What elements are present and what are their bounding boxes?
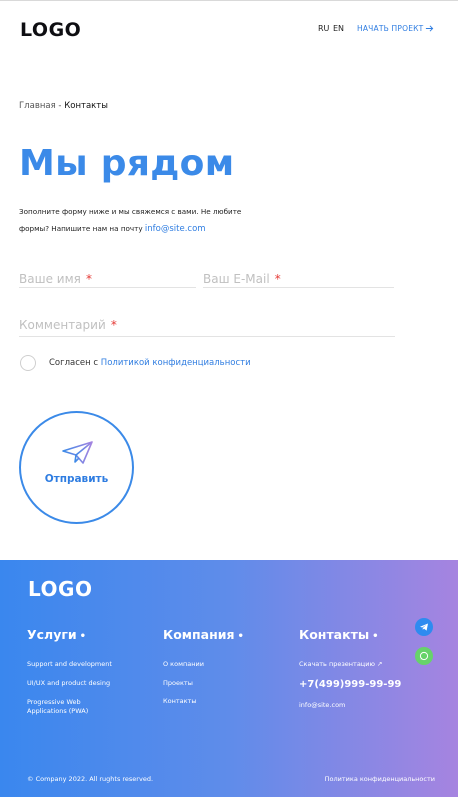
footer: LOGO Услуги • Support and development UI/… [0,560,458,797]
contacts-title-dot: • [372,631,379,642]
lang-en-link[interactable]: EN [333,24,344,33]
page-title: Мы рядом [19,143,235,184]
footer-company-title: Компания • [163,627,244,642]
breadcrumb-separator: - [58,101,62,111]
footer-link-projects[interactable]: Проекты [163,679,193,688]
top-divider [0,0,458,1]
breadcrumb-current: Контакты [64,101,108,111]
required-mark: * [274,272,281,286]
services-title-text: Услуги [27,627,77,642]
name-placeholder: Ваше имя [19,272,81,286]
footer-logo[interactable]: LOGO [28,577,92,601]
start-project-link[interactable]: НАЧАТЬ ПРОЕКТ [357,24,434,33]
footer-link-pwa[interactable]: Progressive Web Applications (PWA) [27,698,122,716]
start-project-label: НАЧАТЬ ПРОЕКТ [357,24,424,33]
footer-privacy-link[interactable]: Политика конфиденциальности [325,775,435,783]
footer-phone[interactable]: +7(499)999-99-99 [299,679,401,690]
comment-field[interactable]: Комментарий * [19,314,395,337]
footer-link-uiux[interactable]: UI/UX and product desing [27,679,110,688]
footer-link-support[interactable]: Support and development [27,660,112,669]
agree-label: Согласен с Политикой конфиденциальности [49,358,251,368]
download-presentation-link[interactable]: Скачать презентацию ↗ [299,660,382,669]
agree-text: Согласен с [49,358,99,368]
required-mark: * [110,318,117,332]
description-text: Зополните форму ниже и мы свяжемся с вам… [19,207,242,233]
email-placeholder: Ваш E-Mail [203,272,270,286]
privacy-policy-link[interactable]: Политикой конфиденциальности [101,358,251,368]
arrow-right-icon [426,25,434,32]
submit-button[interactable]: Отправить [19,411,134,524]
comment-placeholder: Комментарий [19,318,106,332]
breadcrumb-home[interactable]: Главная [19,101,56,111]
copyright: © Company 2022. All rughts reserved. [27,775,154,783]
breadcrumb: Главная - Контакты [19,101,108,111]
required-mark: * [85,272,92,286]
lang-ru-link[interactable]: RU [318,24,329,33]
footer-email[interactable]: info@site.com [299,701,345,710]
submit-label: Отправить [44,473,109,485]
footer-contacts-title: Контакты • [299,627,379,642]
email-field[interactable]: Ваш E-Mail * [203,268,394,288]
name-field[interactable]: Ваше имя * [19,268,196,288]
footer-link-about[interactable]: О компании [163,660,204,669]
footer-services-title: Услуги • [27,627,86,642]
telegram-button[interactable] [415,618,433,636]
company-title-dot: • [237,631,244,642]
paper-plane-icon [62,441,93,464]
company-title-text: Компания [163,627,235,642]
agree-checkbox[interactable] [20,355,36,371]
contact-email-link[interactable]: info@site.com [145,224,206,234]
header-logo[interactable]: LOGO [20,19,81,41]
page-description: Зополните форму ниже и мы свяжемся с вам… [19,203,259,238]
contacts-title-text: Контакты [299,627,370,642]
whatsapp-button[interactable] [415,647,433,665]
footer-link-contacts[interactable]: Контакты [163,697,196,706]
telegram-icon [420,623,428,631]
services-title-dot: • [79,631,87,642]
privacy-agreement: Согласен с Политикой конфиденциальности [20,355,251,371]
whatsapp-icon [419,651,429,661]
